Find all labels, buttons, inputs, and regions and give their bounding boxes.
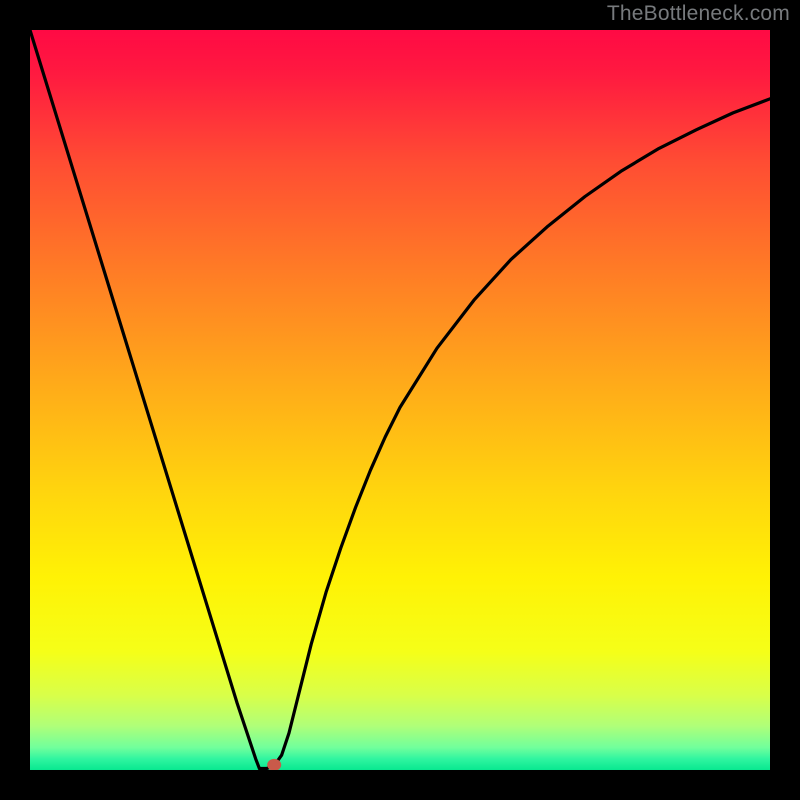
chart-container: TheBottleneck.com bbox=[0, 0, 800, 800]
chart-svg bbox=[30, 30, 770, 770]
watermark-text: TheBottleneck.com bbox=[607, 2, 790, 26]
plot-frame bbox=[30, 30, 770, 770]
gradient-background bbox=[30, 30, 770, 770]
